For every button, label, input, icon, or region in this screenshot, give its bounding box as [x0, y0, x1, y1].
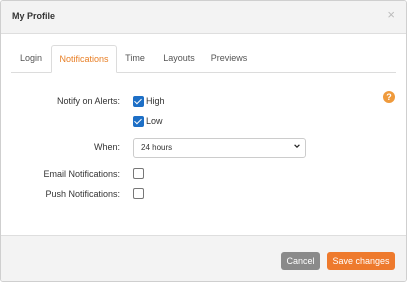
- tab-login[interactable]: Login: [11, 45, 51, 71]
- tab-bar: Login Notifications Time Layouts Preview…: [11, 45, 396, 73]
- tab-notifications[interactable]: Notifications: [51, 45, 117, 73]
- save-button[interactable]: Save changes: [327, 252, 395, 270]
- high-checkbox[interactable]: [133, 96, 144, 107]
- dialog-header: My Profile ×: [1, 1, 406, 34]
- when-label: When:: [93, 142, 120, 152]
- tab-layouts[interactable]: Layouts: [157, 45, 201, 71]
- email-checkbox[interactable]: [133, 168, 144, 179]
- notify-label: Notify on Alerts:: [56, 96, 120, 106]
- when-select-value: 24 hours: [141, 143, 173, 152]
- push-checkbox[interactable]: [133, 188, 144, 199]
- email-label: Email Notifications:: [43, 169, 120, 179]
- when-select[interactable]: 24 hours: [133, 138, 306, 158]
- help-icon[interactable]: ?: [383, 91, 395, 103]
- tab-previews[interactable]: Previews: [206, 45, 252, 71]
- dialog-title: My Profile: [12, 11, 56, 21]
- low-checkbox[interactable]: [133, 116, 144, 127]
- low-label: Low: [146, 116, 163, 126]
- push-label: Push Notifications:: [45, 189, 120, 199]
- tab-time[interactable]: Time: [119, 45, 151, 71]
- chevron-down-icon: [294, 144, 300, 149]
- close-icon[interactable]: ×: [387, 7, 395, 23]
- high-label: High: [146, 96, 165, 106]
- profile-dialog: My Profile × Login Notifications Time La…: [0, 0, 407, 282]
- cancel-button[interactable]: Cancel: [281, 252, 320, 270]
